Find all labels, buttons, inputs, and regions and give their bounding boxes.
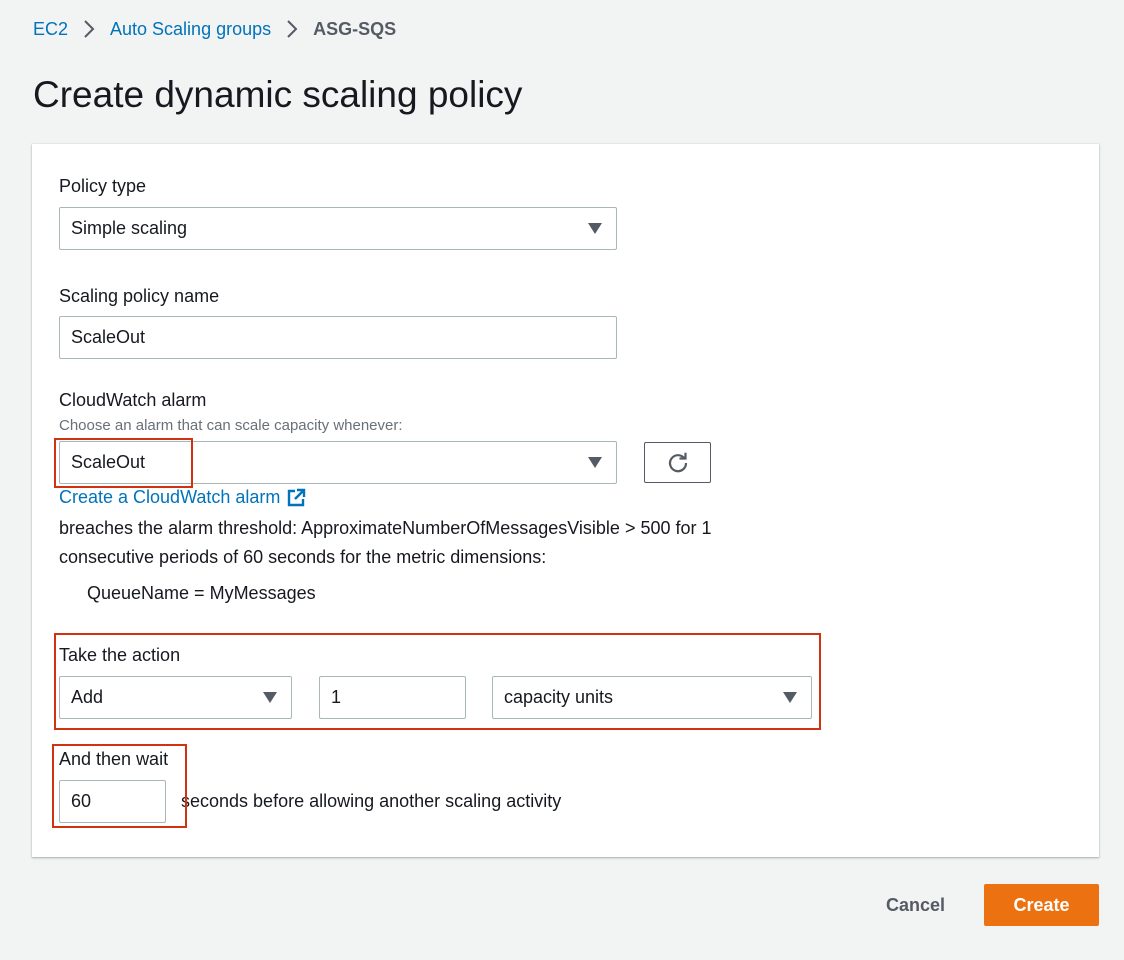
breadcrumb: EC2 Auto Scaling groups ASG-SQS <box>33 16 396 42</box>
alarm-threshold-line-2: consecutive periods of 60 seconds for th… <box>59 547 547 567</box>
chevron-right-icon <box>84 20 95 38</box>
chevron-right-icon <box>287 20 298 38</box>
action-unit-select[interactable]: capacity units <box>492 676 812 719</box>
policy-name-label: Scaling policy name <box>59 286 220 306</box>
policy-type-label: Policy type <box>59 176 147 196</box>
action-amount-field[interactable] <box>319 676 466 719</box>
cloudwatch-alarm-label: CloudWatch alarm <box>59 390 207 410</box>
breadcrumb-current: ASG-SQS <box>313 18 397 39</box>
caret-down-icon <box>588 222 602 234</box>
policy-name-field[interactable] <box>59 316 617 359</box>
cancel-button[interactable]: Cancel <box>870 884 961 926</box>
alarm-dimension: QueueName = MyMessages <box>87 583 316 603</box>
alarm-threshold-line-1: breaches the alarm threshold: Approximat… <box>59 518 712 538</box>
refresh-alarms-button[interactable] <box>644 442 711 483</box>
action-operation-select[interactable]: Add <box>59 676 292 719</box>
create-cloudwatch-alarm-link[interactable]: Create a CloudWatch alarm <box>59 487 306 508</box>
caret-down-icon <box>263 691 277 703</box>
breadcrumb-auto-scaling-groups[interactable]: Auto Scaling groups <box>110 19 271 40</box>
external-link-icon <box>288 488 306 506</box>
page-title: Create dynamic scaling policy <box>33 74 523 115</box>
policy-name-input[interactable] <box>71 327 605 348</box>
take-action-label: Take the action <box>59 645 181 665</box>
cloudwatch-alarm-select[interactable]: ScaleOut <box>59 441 617 484</box>
wait-seconds-input[interactable] <box>71 791 154 812</box>
wait-label: And then wait <box>59 749 169 769</box>
action-amount-input[interactable] <box>331 687 454 708</box>
cloudwatch-alarm-description: Choose an alarm that can scale capacity … <box>59 417 403 434</box>
cloudwatch-alarm-value: ScaleOut <box>71 452 146 472</box>
caret-down-icon <box>783 691 797 703</box>
action-unit-value: capacity units <box>504 687 614 707</box>
policy-type-value: Simple scaling <box>71 218 188 238</box>
breadcrumb-ec2[interactable]: EC2 <box>33 19 68 40</box>
refresh-icon <box>668 452 687 472</box>
create-cloudwatch-alarm-link-label: Create a CloudWatch alarm <box>59 487 281 507</box>
wait-seconds-field[interactable] <box>59 780 166 823</box>
caret-down-icon <box>588 456 602 468</box>
action-operation-value: Add <box>71 687 104 707</box>
policy-type-select[interactable]: Simple scaling <box>59 207 617 250</box>
wait-suffix: seconds before allowing another scaling … <box>181 791 562 811</box>
create-button[interactable]: Create <box>984 884 1099 926</box>
